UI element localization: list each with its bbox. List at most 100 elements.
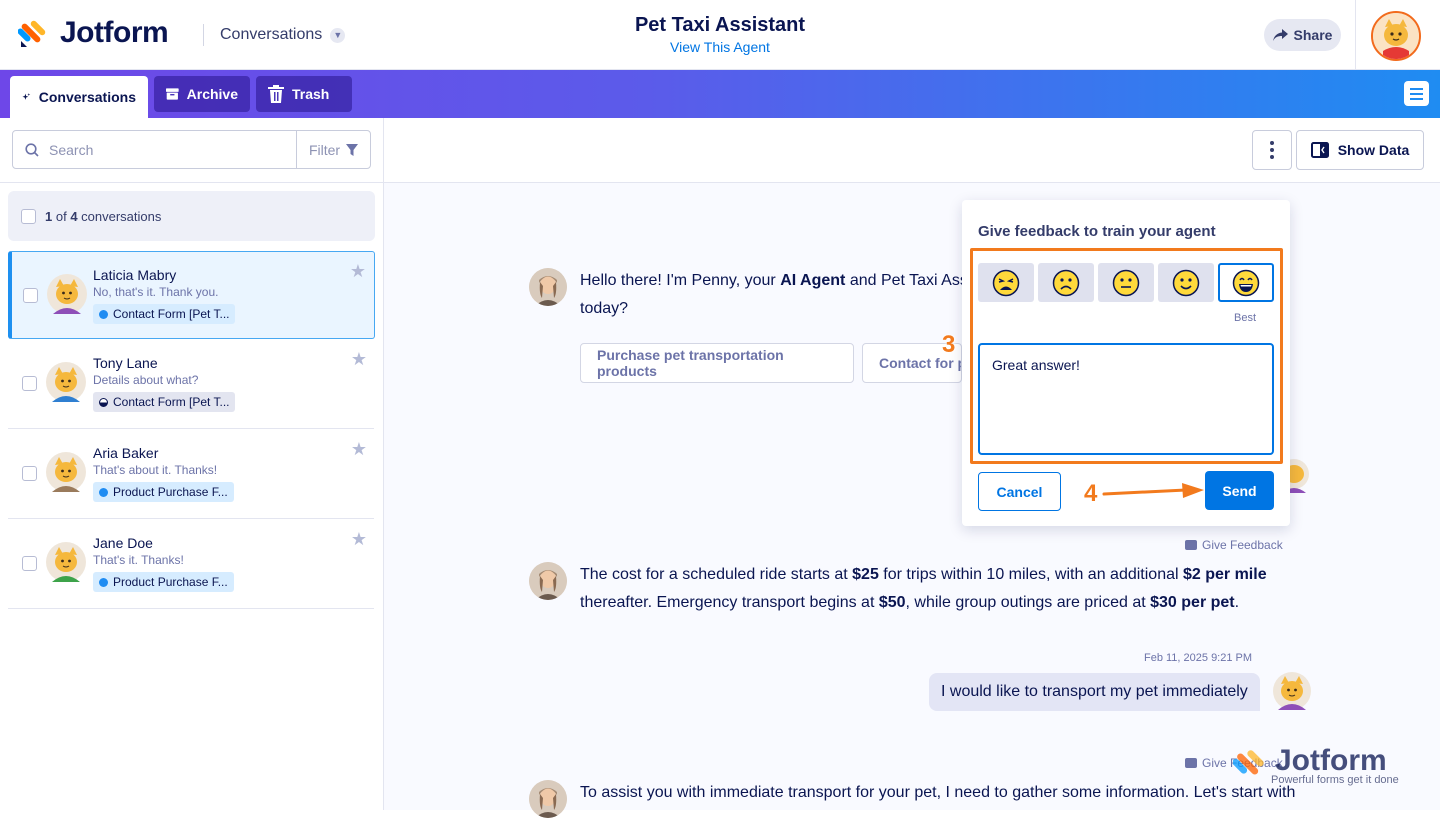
conversation-tag: Contact Form [Pet T... xyxy=(93,392,236,412)
cat-avatar-icon xyxy=(46,362,86,402)
brand-name: Jotform xyxy=(60,16,169,49)
agent-title-block: Pet Taxi Assistant View This Agent xyxy=(520,14,920,55)
conversation-tag: Product Purchase F... xyxy=(93,482,234,502)
show-data-label: Show Data xyxy=(1337,142,1410,158)
user-avatar[interactable] xyxy=(1371,11,1421,61)
agent-avatar xyxy=(529,780,567,818)
watermark-brand: Jotform xyxy=(1275,744,1387,777)
star-icon[interactable]: ★ xyxy=(351,439,367,460)
conversation-name: Laticia Mabry xyxy=(93,267,177,283)
filter-funnel-icon xyxy=(346,143,359,156)
search-input[interactable] xyxy=(49,141,249,158)
view-agent-link[interactable]: View This Agent xyxy=(520,39,920,55)
tab-archive-label: Archive xyxy=(186,86,238,102)
conversation-preview: No, that's it. Thank you. xyxy=(93,285,219,299)
item-divider xyxy=(8,428,374,429)
conversation-name: Tony Lane xyxy=(93,355,158,371)
panel-toggle-icon xyxy=(1310,142,1329,158)
section-dropdown[interactable]: Conversations ▼ xyxy=(220,26,346,44)
step-3-marker: 3 xyxy=(942,331,956,358)
sparkle-icon xyxy=(22,93,31,100)
user-message-bubble: I would like to transport my pet immedia… xyxy=(929,673,1260,711)
cancel-button[interactable]: Cancel xyxy=(978,472,1061,511)
tab-trash-label: Trash xyxy=(292,86,330,102)
conversation-checkbox[interactable] xyxy=(22,556,37,571)
tab-conversations-label: Conversations xyxy=(38,89,136,105)
conversation-toolbar: Show Data xyxy=(384,118,1440,183)
send-button[interactable]: Send xyxy=(1205,471,1274,510)
agent-followup-message: To assist you with immediate transport f… xyxy=(580,784,1296,801)
search-bar: Filter xyxy=(12,130,371,169)
tab-conversations[interactable]: Conversations xyxy=(10,76,148,118)
star-icon[interactable]: ★ xyxy=(351,349,367,370)
tab-trash[interactable]: Trash xyxy=(256,76,352,112)
cat-avatar-icon xyxy=(1273,672,1311,710)
item-divider xyxy=(8,518,374,519)
give-feedback-link[interactable]: Give Feedback xyxy=(1185,538,1283,552)
more-options-icon[interactable] xyxy=(1252,130,1292,170)
sidebar-divider xyxy=(0,182,384,183)
cat-avatar-icon xyxy=(46,542,86,582)
agent-avatar xyxy=(529,268,567,306)
conversation-item-tony-lane[interactable]: Tony Lane Details about what? Contact Fo… xyxy=(8,340,375,428)
comment-icon xyxy=(1185,540,1197,550)
agent-title: Pet Taxi Assistant xyxy=(634,14,806,36)
star-icon[interactable]: ★ xyxy=(351,529,367,550)
share-arrow-icon xyxy=(1272,29,1288,41)
conversation-checkbox[interactable] xyxy=(23,288,38,303)
tag-dot-icon xyxy=(99,397,108,407)
star-icon[interactable]: ★ xyxy=(350,261,366,282)
top-bar: Jotform Conversations ▼ Pet Taxi Assista… xyxy=(0,0,1440,70)
watermark-tagline: Powerful forms get it done xyxy=(1271,774,1399,786)
conversation-name: Aria Baker xyxy=(93,445,159,461)
feedback-popup-title: Give feedback to train your agent xyxy=(978,223,1216,240)
conversation-preview: That's about it. Thanks! xyxy=(93,463,218,477)
header-divider xyxy=(203,24,204,46)
conversation-preview: That's it. Thanks! xyxy=(93,553,184,567)
trash-icon xyxy=(268,85,284,103)
share-label: Share xyxy=(1293,27,1333,43)
hamburger-menu-icon[interactable] xyxy=(1404,81,1429,106)
tag-dot-icon xyxy=(99,309,108,319)
show-data-button[interactable]: Show Data xyxy=(1296,130,1424,170)
jotform-logo-icon xyxy=(18,20,46,47)
agent-pricing-message: The cost for a scheduled ride starts at … xyxy=(580,566,1267,611)
conversation-preview: Details about what? xyxy=(93,373,199,387)
share-button[interactable]: Share xyxy=(1264,19,1341,51)
item-divider xyxy=(8,608,374,609)
tag-dot-icon xyxy=(99,487,108,497)
tab-archive[interactable]: Archive xyxy=(154,76,250,112)
select-all-checkbox[interactable] xyxy=(21,208,36,224)
jotform-watermark: Jotform Powerful forms get it done xyxy=(1233,744,1408,788)
search-icon xyxy=(25,142,39,157)
archive-icon xyxy=(166,88,179,100)
filter-label: Filter xyxy=(308,141,341,158)
conversation-tag: Contact Form [Pet T... xyxy=(93,304,236,324)
comment-icon xyxy=(1185,758,1197,768)
filter-button[interactable]: Filter xyxy=(296,131,370,168)
conversation-count: 1 of 4 conversations xyxy=(45,208,162,224)
tag-dot-icon xyxy=(99,577,108,587)
cat-avatar-icon xyxy=(47,274,87,314)
step-4-marker: 4 xyxy=(1084,480,1098,507)
conversation-item-aria-baker[interactable]: Aria Baker That's about it. Thanks! Prod… xyxy=(8,430,375,518)
agent-avatar xyxy=(529,562,567,600)
annotation-arrow-icon xyxy=(1102,483,1204,498)
jotform-logo[interactable]: Jotform xyxy=(18,16,169,50)
chevron-down-icon: ▼ xyxy=(330,27,346,43)
agent-greeting-message: Hello there! I'm Penny, your AI Agent an… xyxy=(580,272,980,317)
jotform-logo-icon xyxy=(1233,750,1264,775)
conversation-checkbox[interactable] xyxy=(22,376,37,391)
conversation-tag: Product Purchase F... xyxy=(93,572,234,592)
conversation-checkbox[interactable] xyxy=(22,466,37,481)
search-field[interactable] xyxy=(13,131,296,168)
conversation-item-laticia-mabry[interactable]: Laticia Mabry No, that's it. Thank you. … xyxy=(8,251,375,339)
cat-avatar-icon xyxy=(46,452,86,492)
conversation-count-bar: 1 of 4 conversations xyxy=(8,191,375,241)
header-divider-right xyxy=(1355,0,1356,70)
annotation-highlight-box xyxy=(970,248,1283,464)
conversation-sidebar: Filter 1 of 4 conversations Laticia Mabr… xyxy=(0,118,384,810)
conversation-item-jane-doe[interactable]: Jane Doe That's it. Thanks! Product Purc… xyxy=(8,520,375,608)
tab-bar: Conversations Archive Trash xyxy=(0,70,1440,118)
quick-reply-purchase[interactable]: Purchase pet transportation products xyxy=(580,343,854,383)
